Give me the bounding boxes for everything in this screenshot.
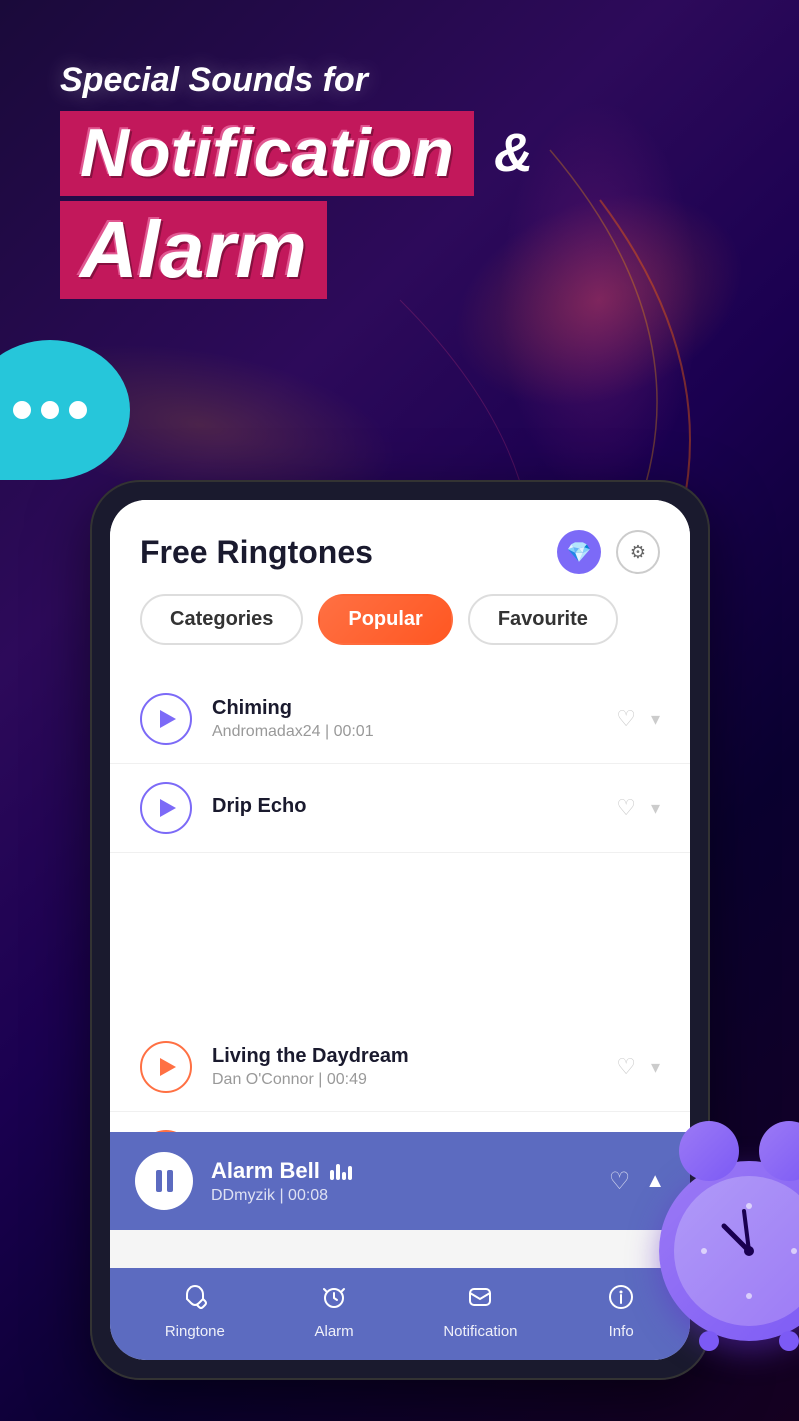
play-button-3[interactable] <box>140 1041 192 1093</box>
play-triangle-icon <box>160 799 176 817</box>
clock-bell-left <box>679 1121 739 1181</box>
song-name-3: Living the Daydream <box>212 1045 596 1068</box>
audio-bar <box>348 1166 352 1180</box>
dropdown-button-2[interactable]: ▾ <box>651 798 660 819</box>
nav-notification[interactable]: Notification <box>443 1283 517 1340</box>
pause-icon <box>156 1170 173 1192</box>
phone-frame: Free Ringtones 💎 ⚙ Categories Popular Fa… <box>90 480 710 1380</box>
song-info-2: Drip Echo <box>212 795 596 821</box>
hero-ampersand: & <box>494 122 533 184</box>
clock-foot-right <box>779 1331 799 1351</box>
play-triangle-icon <box>160 710 176 728</box>
phone-mockup: Free Ringtones 💎 ⚙ Categories Popular Fa… <box>90 480 710 1380</box>
song-actions-1: ♡ ▾ <box>616 706 660 732</box>
hero-alarm-word: Alarm <box>60 201 327 299</box>
clock-svg <box>689 1191 799 1311</box>
song-name-1: Chiming <box>212 697 596 720</box>
hero-notification-word: Notification <box>60 111 474 196</box>
audio-bar <box>342 1172 346 1180</box>
song-item: Drip Echo ♡ ▾ <box>110 764 690 853</box>
now-playing-info: Alarm Bell DDmyzik | 00:08 <box>211 1158 591 1205</box>
song-meta-1: Andromadax24 | 00:01 <box>212 723 596 741</box>
bottom-navigation: Ringtone Alarm <box>110 1268 690 1360</box>
tab-favourite[interactable]: Favourite <box>468 594 618 645</box>
audio-bar <box>330 1170 334 1180</box>
tab-popular[interactable]: Popular <box>318 594 452 645</box>
song-info-1: Chiming Andromadax24 | 00:01 <box>212 697 596 741</box>
alarm-icon <box>320 1283 348 1318</box>
nav-alarm-label: Alarm <box>315 1323 354 1340</box>
pause-bar-1 <box>156 1170 162 1192</box>
alarm-clock-decoration <box>639 1101 799 1341</box>
app-title: Free Ringtones <box>140 534 373 571</box>
phone-screen: Free Ringtones 💎 ⚙ Categories Popular Fa… <box>110 500 690 1360</box>
audio-bars-icon <box>330 1162 352 1180</box>
now-playing-title-text: Alarm Bell <box>211 1158 320 1184</box>
now-playing-title: Alarm Bell <box>211 1158 591 1184</box>
app-header: Free Ringtones 💎 ⚙ <box>110 500 690 594</box>
song-item: Living the Daydream Dan O'Connor | 00:49… <box>110 1023 690 1112</box>
nav-info[interactable]: Info <box>607 1283 635 1340</box>
pause-button[interactable] <box>135 1152 193 1210</box>
clock-foot-left <box>699 1331 719 1351</box>
bubble-dot-2 <box>41 401 59 419</box>
dropdown-button-3[interactable]: ▾ <box>651 1057 660 1078</box>
song-actions-3: ♡ ▾ <box>616 1054 660 1080</box>
bubble-dot-3 <box>69 401 87 419</box>
tab-bar: Categories Popular Favourite <box>110 594 690 665</box>
nav-alarm[interactable]: Alarm <box>315 1283 354 1340</box>
nav-ringtone-label: Ringtone <box>165 1323 225 1340</box>
now-playing-meta: DDmyzik | 00:08 <box>211 1187 591 1205</box>
tab-categories[interactable]: Categories <box>140 594 303 645</box>
song-info-3: Living the Daydream Dan O'Connor | 00:49 <box>212 1045 596 1089</box>
heart-button-1[interactable]: ♡ <box>616 706 636 732</box>
hero-subtitle: Special Sounds for <box>60 60 533 101</box>
nav-notification-label: Notification <box>443 1323 517 1340</box>
heart-button-3[interactable]: ♡ <box>616 1054 636 1080</box>
play-triangle-icon <box>160 1058 176 1076</box>
notification-icon <box>466 1283 494 1318</box>
ringtone-icon <box>181 1283 209 1318</box>
play-button-1[interactable] <box>140 693 192 745</box>
clock-body <box>659 1161 799 1341</box>
nav-info-label: Info <box>609 1323 634 1340</box>
song-actions-2: ♡ ▾ <box>616 795 660 821</box>
diamond-button[interactable]: 💎 <box>557 530 601 574</box>
info-icon <box>607 1283 635 1318</box>
song-meta-3: Dan O'Connor | 00:49 <box>212 1071 596 1089</box>
song-item: Chiming Andromadax24 | 00:01 ♡ ▾ <box>110 675 690 764</box>
nav-ringtone[interactable]: Ringtone <box>165 1283 225 1340</box>
song-name-2: Drip Echo <box>212 795 596 818</box>
clock-face <box>674 1176 799 1326</box>
hero-text: Special Sounds for Notification & Alarm <box>60 60 533 299</box>
heart-button-2[interactable]: ♡ <box>616 795 636 821</box>
song-list: Chiming Andromadax24 | 00:01 ♡ ▾ Drip Ec… <box>110 665 690 1211</box>
dropdown-button-1[interactable]: ▾ <box>651 709 660 730</box>
hero-line2-container: Alarm <box>60 201 533 299</box>
header-icons: 💎 ⚙ <box>557 530 660 574</box>
pause-bar-2 <box>167 1170 173 1192</box>
hero-line1-container: Notification & <box>60 111 533 196</box>
clock-bell-right <box>759 1121 799 1181</box>
settings-button[interactable]: ⚙ <box>616 530 660 574</box>
now-playing-bar: Alarm Bell DDmyzik | 00:08 ♡ ▲ <box>110 1132 690 1230</box>
clock-feet <box>699 1331 799 1351</box>
play-button-2[interactable] <box>140 782 192 834</box>
bubble-dot-1 <box>13 401 31 419</box>
audio-bar <box>336 1164 340 1180</box>
heart-now-playing[interactable]: ♡ <box>609 1167 631 1196</box>
